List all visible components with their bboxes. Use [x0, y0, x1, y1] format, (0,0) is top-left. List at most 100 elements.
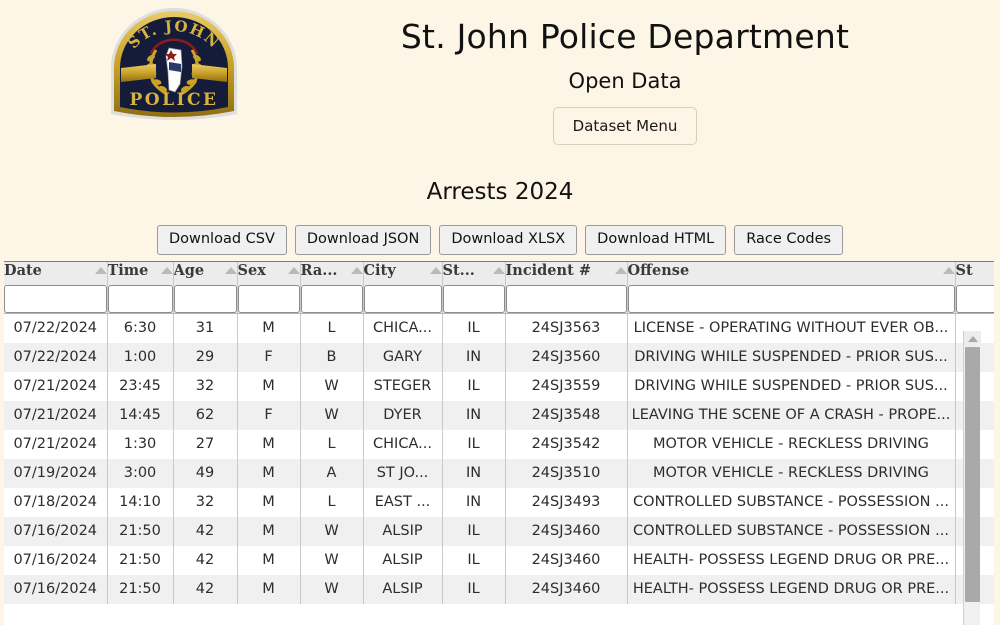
cell-time: 21:50	[107, 545, 174, 575]
filter-input-time[interactable]	[107, 285, 173, 313]
cell-city: CHICA...	[363, 429, 443, 459]
cell-date: 07/16/2024	[4, 574, 108, 604]
cell-state: IN	[442, 400, 506, 430]
cell-time: 14:45	[107, 400, 174, 430]
filter-input-incident[interactable]	[505, 285, 627, 313]
cell-sex: M	[237, 458, 301, 488]
cell-sex: M	[237, 516, 301, 546]
table-row[interactable]: 07/16/2024 21:50 42 M W ALSIP IL 24SJ3460 CONTRO…	[4, 516, 994, 546]
filter-input-status[interactable]	[955, 285, 994, 313]
cell-sex: M	[237, 313, 301, 343]
svg-text:POLICE: POLICE	[130, 90, 219, 110]
cell-sex: M	[237, 371, 301, 401]
column-header-sex[interactable]: Sex	[237, 262, 301, 314]
cell-incident: 24SJ3510	[505, 458, 628, 488]
cell-race: W	[300, 545, 364, 575]
cell-state: IL	[442, 574, 506, 604]
title-block: St. John Police Department Open Data Dat…	[250, 0, 1000, 145]
cell-city: ALSIP	[363, 545, 443, 575]
column-label-age: Age	[173, 262, 205, 279]
table-row[interactable]: 07/16/2024 21:50 42 M W ALSIP IL 24SJ3460 HEALTH…	[4, 574, 994, 604]
sort-ascending-icon-age[interactable]	[224, 267, 237, 274]
cell-incident: 24SJ3542	[505, 429, 628, 459]
table-row[interactable]: 07/16/2024 21:50 42 M W ALSIP IL 24SJ3460 HEALTH…	[4, 545, 994, 575]
cell-offense: DRIVING WHILE SUSPENDED - PRIOR SUS...	[627, 342, 956, 372]
cell-sex: M	[237, 429, 301, 459]
download-xlsx-button[interactable]: Download XLSX	[439, 225, 578, 255]
sort-ascending-icon-race[interactable]	[350, 267, 363, 274]
cell-incident: 24SJ3563	[505, 313, 628, 343]
cell-time: 1:00	[107, 342, 174, 372]
sort-ascending-icon-offense[interactable]	[942, 267, 955, 274]
column-header-state[interactable]: St...	[442, 262, 506, 314]
cell-sex: M	[237, 545, 301, 575]
cell-race: L	[300, 429, 364, 459]
cell-date: 07/18/2024	[4, 487, 108, 517]
table-row[interactable]: 07/21/2024 1:30 27 M L CHICA... IL 24SJ3542 MOTO…	[4, 429, 994, 459]
table-row[interactable]: 07/19/2024 3:00 49 M A ST JO... IN 24SJ3510 MOTO…	[4, 458, 994, 488]
filter-input-offense[interactable]	[627, 285, 955, 313]
page-subtitle: Open Data	[568, 68, 682, 93]
cell-state: IL	[442, 429, 506, 459]
race-codes-button[interactable]: Race Codes	[734, 225, 844, 255]
sort-ascending-icon-sex[interactable]	[287, 267, 300, 274]
cell-time: 6:30	[107, 313, 174, 343]
cell-age: 32	[173, 371, 238, 401]
filter-input-race[interactable]	[300, 285, 363, 313]
cell-date: 07/22/2024	[4, 342, 108, 372]
filter-input-sex[interactable]	[237, 285, 300, 313]
sort-ascending-icon-city[interactable]	[429, 267, 442, 274]
cell-age: 42	[173, 516, 238, 546]
column-label-time: Time	[107, 262, 149, 279]
cell-race: W	[300, 400, 364, 430]
filter-input-age[interactable]	[173, 285, 237, 313]
scroll-up-arrow-icon[interactable]	[964, 331, 981, 346]
column-header-status[interactable]: St	[955, 262, 994, 314]
column-header-time[interactable]: Time	[107, 262, 174, 314]
cell-offense: LEAVING THE SCENE OF A CRASH - PROPE...	[627, 400, 956, 430]
page-title: St. John Police Department	[400, 17, 850, 56]
cell-sex: F	[237, 400, 301, 430]
cell-offense: CONTROLLED SUBSTANCE - POSSESSION ...	[627, 516, 956, 546]
table-row[interactable]: 07/18/2024 14:10 32 M L EAST ... IN 24SJ3493 CON…	[4, 487, 994, 517]
cell-incident: 24SJ3493	[505, 487, 628, 517]
filter-input-city[interactable]	[363, 285, 442, 313]
table-row[interactable]: 07/21/2024 23:45 32 M W STEGER IL 24SJ3559 DRIVI…	[4, 371, 994, 401]
column-header-race[interactable]: Ra...	[300, 262, 364, 314]
download-json-button[interactable]: Download JSON	[294, 225, 432, 255]
cell-date: 07/22/2024	[4, 313, 108, 343]
table-row[interactable]: 07/21/2024 14:45 62 F W DYER IN 24SJ3548 LEAVING…	[4, 400, 994, 430]
column-header-offense[interactable]: Offense	[627, 262, 956, 314]
cell-incident: 24SJ3460	[505, 545, 628, 575]
cell-date: 07/19/2024	[4, 458, 108, 488]
table-row[interactable]: 07/22/2024 1:00 29 F B GARY IN 24SJ3560 DRIVING …	[4, 342, 994, 372]
cell-city: EAST ...	[363, 487, 443, 517]
cell-state: IL	[442, 516, 506, 546]
sort-ascending-icon-incident[interactable]	[614, 267, 627, 274]
column-header-city[interactable]: City	[363, 262, 443, 314]
column-header-incident[interactable]: Incident #	[505, 262, 628, 314]
table-row[interactable]: 07/22/2024 6:30 31 M L CHICA... IL 24SJ3563 LICE…	[4, 313, 994, 343]
download-csv-button[interactable]: Download CSV	[156, 225, 287, 255]
dataset-menu-button[interactable]: Dataset Menu	[552, 106, 698, 145]
cell-incident: 24SJ3548	[505, 400, 628, 430]
column-header-date[interactable]: Date	[4, 262, 108, 314]
cell-state: IL	[442, 371, 506, 401]
sort-ascending-icon-time[interactable]	[160, 267, 173, 274]
cell-age: 29	[173, 342, 238, 372]
sort-ascending-icon-date[interactable]	[94, 267, 107, 274]
column-header-age[interactable]: Age	[173, 262, 238, 314]
cell-city: STEGER	[363, 371, 443, 401]
download-html-button[interactable]: Download HTML	[585, 225, 727, 255]
cell-age: 27	[173, 429, 238, 459]
cell-city: ALSIP	[363, 516, 443, 546]
scrollbar-thumb[interactable]	[965, 347, 980, 602]
filter-input-state[interactable]	[442, 285, 505, 313]
sort-ascending-icon-state[interactable]	[492, 267, 505, 274]
cell-offense: DRIVING WHILE SUSPENDED - PRIOR SUS...	[627, 371, 956, 401]
arrests-table: Date Time Age Sex Ra... City St... Incid…	[4, 262, 994, 604]
cell-offense: MOTOR VEHICLE - RECKLESS DRIVING	[627, 429, 956, 459]
filter-input-date[interactable]	[4, 285, 107, 313]
action-button-bar: Download CSV Download JSON Download XLSX…	[0, 205, 1000, 265]
vertical-scrollbar[interactable]	[963, 331, 981, 625]
